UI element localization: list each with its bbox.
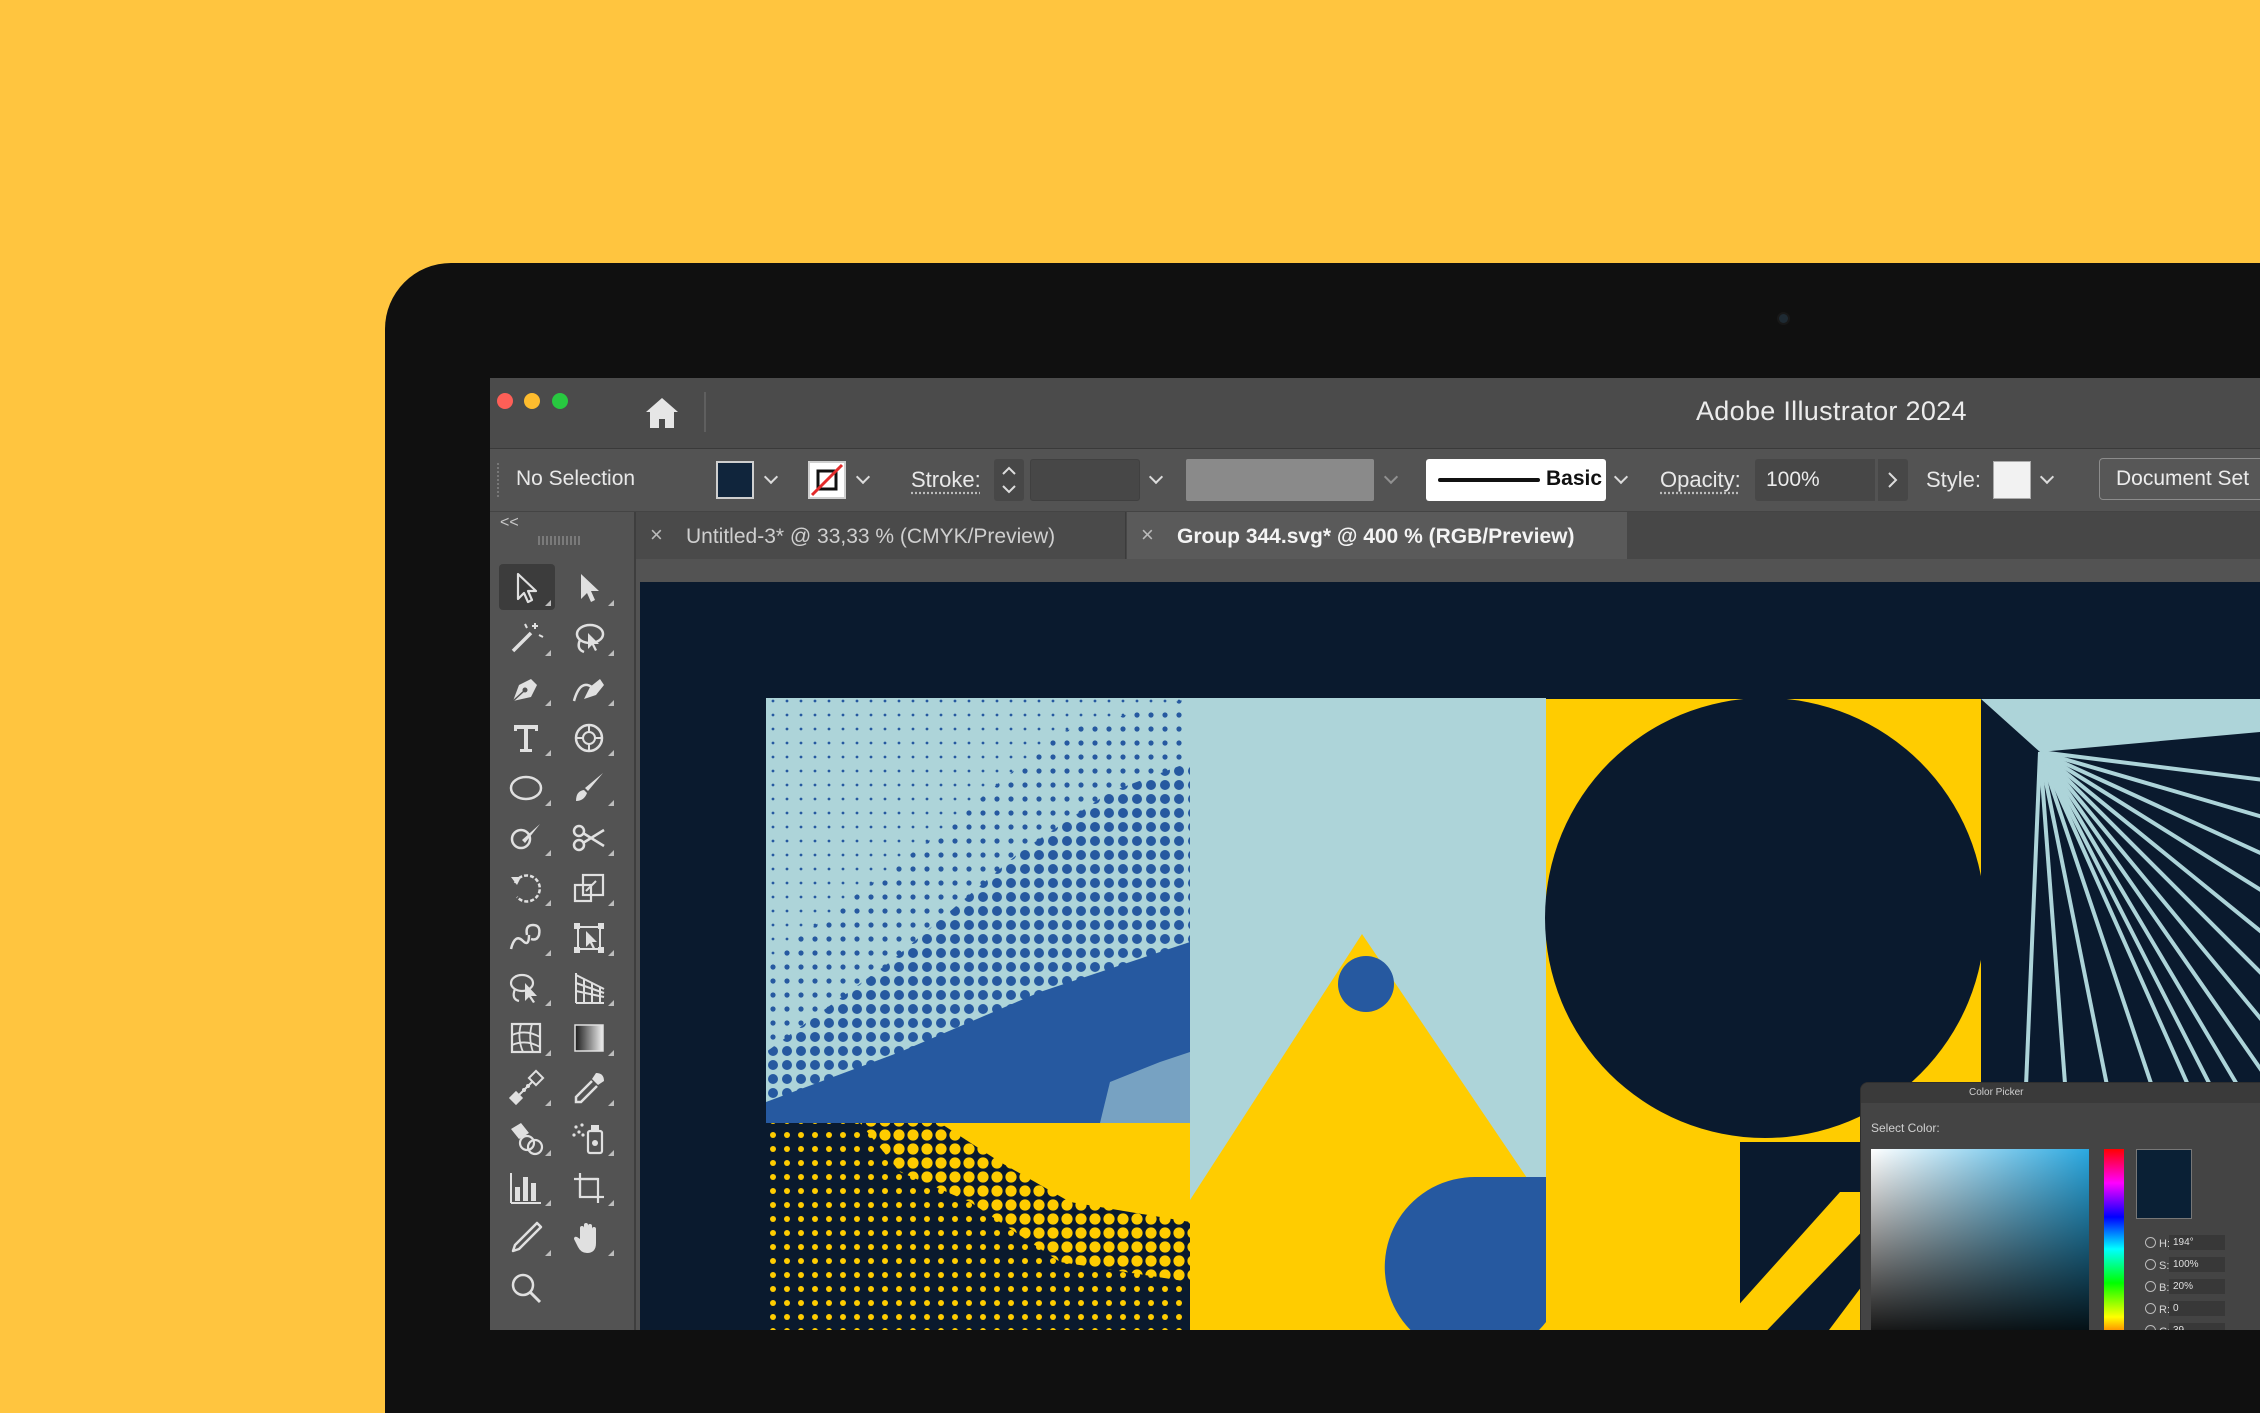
variable-width-profile-field[interactable] [1186,459,1374,501]
spiral-icon[interactable] [562,714,618,760]
eyedropper-icon[interactable] [562,1064,618,1110]
graphic-style-swatch[interactable] [1993,461,2031,499]
halftone-blue-tile [766,698,1190,1123]
paintbrush-icon[interactable] [562,764,618,810]
opacity-value: 100% [1766,468,1820,491]
warp-icon[interactable] [499,914,555,960]
color-picker-title: Color Picker [1861,1083,2260,1103]
home-icon[interactable] [640,392,684,436]
tab-label: Untitled-3* @ 33,33 % (CMYK/Preview) [686,525,1056,548]
live-paint-icon[interactable] [499,1114,555,1160]
close-window-button[interactable] [497,393,513,409]
control-bar-grip[interactable] [497,463,505,497]
magic-wand-icon[interactable] [499,614,555,660]
opacity-label[interactable]: Opacity: [1660,467,1741,493]
title-separator [704,392,706,432]
selection-status: No Selection [516,467,636,490]
zoom-window-button[interactable] [552,393,568,409]
tab-label: Group 344.svg* @ 400 % (RGB/Preview) [1177,525,1575,548]
brightness-radio[interactable] [2145,1281,2156,1292]
red-radio[interactable] [2145,1303,2156,1314]
ellipse-icon[interactable] [499,764,555,810]
green-field[interactable]: G:39 [2145,1323,2225,1330]
arrow-icon[interactable] [499,564,555,610]
brush-label: Basic [1546,467,1603,490]
tools-panel: << [490,512,636,1330]
artboard-icon[interactable] [562,1164,618,1210]
color-picker-dialog[interactable]: Color Picker Select Color: H: 194° S: 100%… [1860,1082,2260,1330]
hue-slider[interactable] [2104,1149,2124,1330]
color-preview-swatch [2136,1149,2192,1219]
hue-radio[interactable] [2145,1237,2156,1248]
stroke-weight-chevron-icon[interactable] [1145,463,1169,497]
opacity-input[interactable]: 100% [1755,459,1875,501]
tools-panel-grip[interactable] [538,536,582,545]
gradient-icon[interactable] [562,1014,618,1060]
scale-icon[interactable] [562,864,618,910]
white-arrow-icon[interactable] [562,564,618,610]
brush-chevron-icon[interactable] [1610,463,1634,497]
stroke-weight-stepper[interactable] [994,459,1024,501]
bar-graph-icon[interactable] [499,1164,555,1210]
window-title: Adobe Illustrator 2024 [1696,396,1967,426]
document-tab-bar: × Untitled-3* @ 33,33 % (CMYK/Preview) ×… [636,512,2260,559]
saturation-radio[interactable] [2145,1259,2156,1270]
tab-group-344[interactable]: × Group 344.svg* @ 400 % (RGB/Preview) [1127,512,1627,559]
lasso-icon[interactable] [562,614,618,660]
pen-icon[interactable] [499,664,555,710]
shape-builder-icon[interactable] [499,964,555,1010]
free-transform-icon[interactable] [562,914,618,960]
scissors-icon[interactable] [562,814,618,860]
fill-swatch[interactable] [716,461,754,499]
document-setup-label: Document Set [2116,467,2250,490]
blend-icon[interactable] [499,1064,555,1110]
stroke-label[interactable]: Stroke: [911,467,981,493]
brush-definition-field[interactable]: Basic [1426,459,1606,501]
document-setup-button[interactable]: Document Set [2099,458,2260,500]
close-tab-icon[interactable]: × [1141,522,1154,548]
app-window: Adobe Illustrator 2024 No Selection Stro… [490,378,2260,1330]
style-label: Style: [1926,467,1982,492]
type-icon[interactable] [499,714,555,760]
fill-dropdown-chevron-icon[interactable] [760,463,784,497]
opacity-expand-button[interactable] [1878,459,1908,501]
halftone-yellow-tile [766,1123,1190,1330]
triangle-tile [1190,698,1550,1330]
stroke-weight-input[interactable] [1030,459,1140,501]
title-bar: Adobe Illustrator 2024 [490,378,2260,449]
spray-icon[interactable] [562,1114,618,1160]
collapse-panel-button[interactable]: << [500,514,519,532]
saturation-field[interactable]: S: 100% [2145,1257,2225,1272]
minimize-window-button[interactable] [524,393,540,409]
pencil-icon[interactable] [499,1214,555,1260]
variable-width-chevron-icon[interactable] [1380,463,1404,497]
hue-field[interactable]: H: 194° [2145,1235,2225,1250]
curvature-icon[interactable] [562,664,618,710]
zoom-icon[interactable] [499,1264,555,1310]
tab-untitled-3[interactable]: × Untitled-3* @ 33,33 % (CMYK/Preview) [636,512,1126,559]
shaper-icon[interactable] [499,814,555,860]
webcam [1779,314,1788,323]
brush-stroke-preview [1438,478,1540,482]
select-color-label: Select Color: [1871,1121,1940,1135]
red-field[interactable]: R: 0 [2145,1301,2225,1316]
stroke-dropdown-chevron-icon[interactable] [852,463,876,497]
stroke-swatch[interactable] [808,461,846,499]
hand-icon[interactable] [562,1214,618,1260]
control-bar: No Selection Stroke: Basic Opacity: 100% [490,449,2260,512]
close-tab-icon[interactable]: × [650,522,663,548]
color-field[interactable] [1871,1149,2089,1330]
mesh-icon[interactable] [499,1014,555,1060]
style-chevron-icon[interactable] [2036,463,2060,497]
brightness-field[interactable]: B: 20% [2145,1279,2225,1294]
perspective-grid-icon[interactable] [562,964,618,1010]
green-radio[interactable] [2145,1325,2156,1330]
rotate-icon[interactable] [499,864,555,910]
